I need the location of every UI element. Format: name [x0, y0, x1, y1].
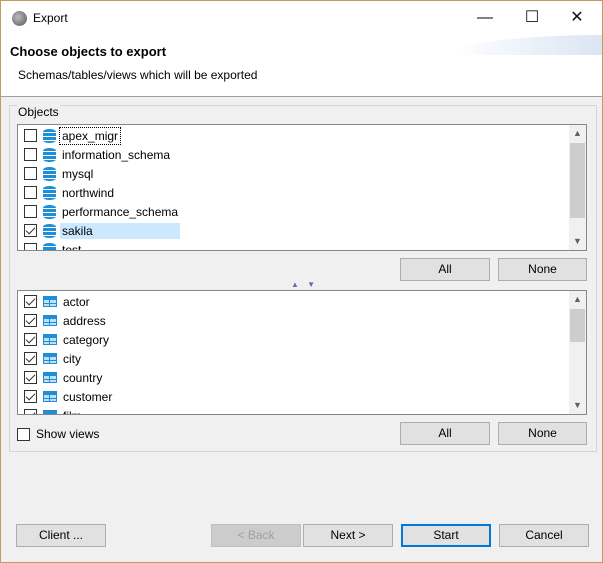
item-label: address [63, 313, 106, 328]
checkbox[interactable] [24, 243, 37, 250]
scroll-down-arrow[interactable]: ▼ [569, 397, 586, 414]
table-icon [43, 296, 57, 307]
item-label: film [61, 408, 84, 415]
database-icon [43, 166, 56, 181]
list-item[interactable]: category [24, 330, 111, 349]
tables-none-button[interactable]: None [498, 422, 587, 445]
database-icon [43, 185, 56, 200]
splitter-handle[interactable]: ▲ ▼ [291, 280, 318, 289]
schema-list[interactable]: test sakila performance_schema northwind mys… [17, 124, 587, 251]
checkbox[interactable] [24, 148, 37, 161]
list-item[interactable]: northwind [24, 183, 116, 202]
list-item[interactable]: apex_migr [24, 126, 122, 145]
list-item[interactable]: customer [24, 387, 114, 406]
checkbox[interactable] [24, 167, 37, 180]
page-subtitle: Schemas/tables/views which will be expor… [18, 68, 258, 82]
objects-group-label: Objects [17, 105, 60, 119]
table-icon [43, 372, 57, 383]
schemas-none-button[interactable]: None [498, 258, 587, 281]
table-icon [43, 334, 57, 345]
schema-scrollbar[interactable]: ▲ ▼ [569, 125, 586, 250]
checkbox[interactable] [17, 427, 30, 441]
page-title: Choose objects to export [10, 44, 167, 59]
title-bar: Export — ☐ ✕ [1, 1, 602, 35]
list-item[interactable]: actor [24, 292, 92, 311]
export-dialog: Export — ☐ ✕ Choose objects to export Sc… [0, 0, 603, 563]
item-label: apex_migr [58, 126, 122, 145]
item-label: customer [63, 389, 113, 404]
scroll-thumb[interactable] [570, 143, 585, 218]
item-label: northwind [62, 185, 115, 200]
database-icon [43, 147, 56, 162]
start-button[interactable]: Start [401, 524, 491, 547]
database-icon [43, 128, 56, 143]
scroll-thumb[interactable] [570, 309, 585, 342]
window-title: Export [33, 11, 68, 25]
list-item[interactable]: performance_schema [24, 202, 180, 221]
tables-all-button[interactable]: All [400, 422, 490, 445]
database-icon [43, 223, 56, 238]
database-icon [43, 242, 56, 250]
table-icon [43, 391, 57, 402]
checkbox[interactable] [24, 129, 37, 142]
list-item[interactable]: film [24, 406, 84, 415]
table-icon [43, 315, 57, 326]
scroll-up-arrow[interactable]: ▲ [569, 125, 586, 142]
item-label: information_schema [62, 147, 171, 162]
item-label: city [63, 351, 81, 366]
checkbox[interactable] [24, 390, 37, 403]
cancel-button[interactable]: Cancel [499, 524, 589, 547]
table-list[interactable]: film customer country city category address ac… [17, 290, 587, 415]
checkbox[interactable] [24, 314, 37, 327]
item-label: test [62, 242, 82, 251]
schemas-all-button[interactable]: All [400, 258, 490, 281]
checkbox[interactable] [24, 224, 37, 237]
header-banner [452, 35, 602, 55]
list-item[interactable]: test [24, 240, 83, 251]
list-item[interactable]: information_schema [24, 145, 172, 164]
minimize-button[interactable]: — [470, 7, 500, 29]
item-label: category [63, 332, 110, 347]
list-item[interactable]: mysql [24, 164, 95, 183]
next-button[interactable]: Next > [303, 524, 393, 547]
checkbox[interactable] [24, 352, 37, 365]
maximize-button[interactable]: ☐ [517, 7, 547, 29]
item-label: actor [63, 294, 90, 309]
checkbox[interactable] [24, 295, 37, 308]
list-item[interactable]: sakila [24, 221, 180, 240]
list-item[interactable]: address [24, 311, 108, 330]
show-views-label: Show views [36, 427, 100, 441]
item-label: mysql [62, 166, 94, 181]
back-button[interactable]: < Back [211, 524, 301, 547]
table-icon [43, 353, 57, 364]
show-views-checkbox[interactable]: Show views [17, 427, 99, 441]
close-button[interactable]: ✕ [562, 7, 592, 29]
database-icon [43, 204, 56, 219]
table-icon [43, 410, 57, 414]
list-item[interactable]: city [24, 349, 83, 368]
item-label: country [63, 370, 103, 385]
client-button[interactable]: Client ... [16, 524, 106, 547]
scroll-down-arrow[interactable]: ▼ [569, 233, 586, 250]
item-label: sakila [60, 222, 180, 239]
checkbox[interactable] [24, 371, 37, 384]
checkbox[interactable] [24, 205, 37, 218]
scroll-up-arrow[interactable]: ▲ [569, 291, 586, 308]
item-label: performance_schema [62, 204, 179, 219]
wizard-header: Choose objects to export Schemas/tables/… [1, 35, 602, 97]
app-icon [12, 11, 27, 26]
checkbox[interactable] [24, 186, 37, 199]
checkbox[interactable] [24, 333, 37, 346]
table-scrollbar[interactable]: ▲ ▼ [569, 291, 586, 414]
list-item[interactable]: country [24, 368, 104, 387]
checkbox[interactable] [24, 409, 37, 414]
